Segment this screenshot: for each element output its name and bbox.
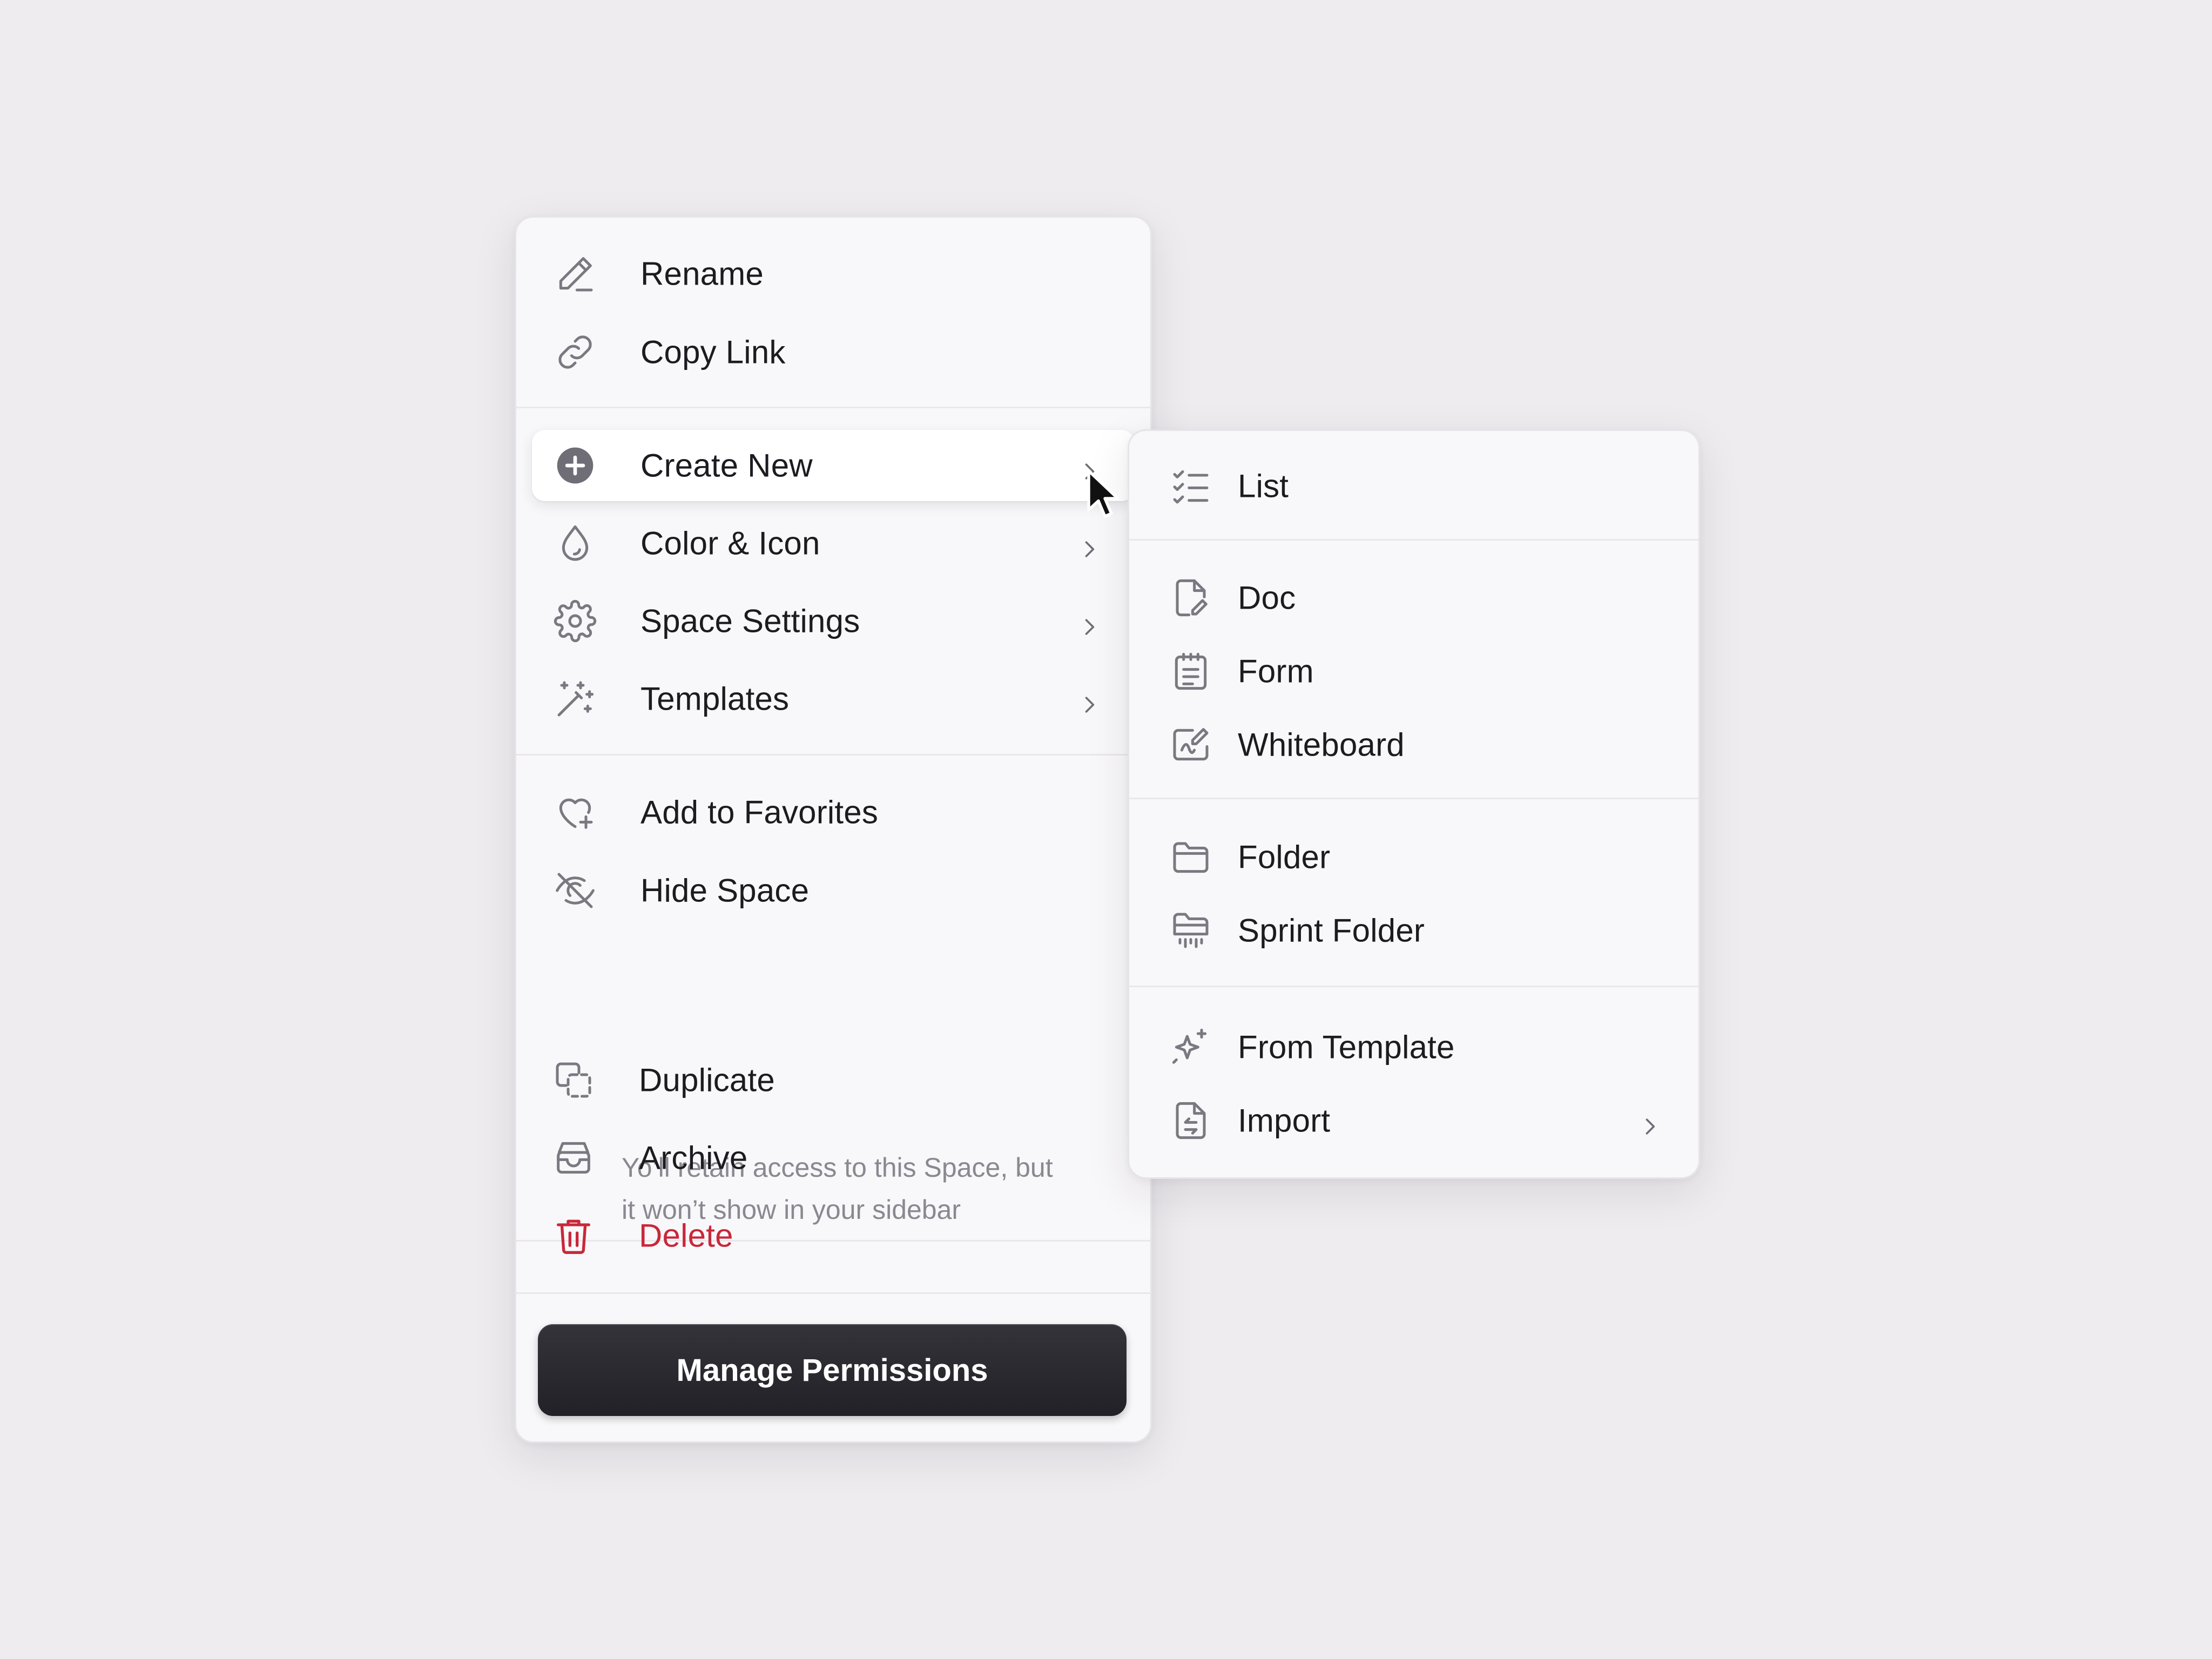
chevron-right-icon: [1077, 687, 1101, 713]
heart-plus-icon: [554, 791, 597, 834]
rename-label: Rename: [640, 255, 764, 292]
chevron-right-icon: [1077, 531, 1101, 557]
form-icon: [1169, 650, 1212, 693]
eye-off-icon: [554, 869, 597, 912]
pencil-icon: [554, 252, 597, 295]
submenu-item-list[interactable]: List: [1129, 450, 1698, 522]
manage-permissions-label: Manage Permissions: [676, 1352, 988, 1388]
sparkles-icon: [1169, 1026, 1212, 1069]
duplicate-icon: [552, 1058, 595, 1102]
submenu-item-sprint-folder[interactable]: Sprint Folder: [1129, 895, 1698, 966]
chevron-right-icon: [1077, 609, 1101, 635]
space-settings-label: Space Settings: [640, 603, 860, 639]
folder-icon: [1169, 835, 1212, 879]
archive-menu-item[interactable]: Archive: [530, 1122, 1136, 1193]
copy-link-label: Copy Link: [640, 334, 786, 370]
archive-box-icon: [552, 1136, 595, 1179]
templates-label: Templates: [640, 680, 790, 717]
chevron-right-icon: [1638, 1109, 1662, 1135]
submenu-item-doc[interactable]: Doc: [1129, 562, 1698, 633]
import-label: Import: [1238, 1102, 1331, 1139]
add-to-favorites-label: Add to Favorites: [640, 794, 879, 831]
checklist-icon: [1169, 464, 1212, 508]
submenu-item-form[interactable]: Form: [1129, 636, 1698, 707]
doc-label: Doc: [1238, 579, 1296, 616]
copy-link-menu-item[interactable]: Copy Link: [532, 316, 1135, 388]
menu-divider: [516, 407, 1150, 408]
whiteboard-label: Whiteboard: [1238, 726, 1405, 763]
from-template-label: From Template: [1238, 1029, 1455, 1065]
duplicate-label: Duplicate: [639, 1062, 775, 1098]
submenu-item-whiteboard[interactable]: Whiteboard: [1129, 709, 1698, 780]
space-settings-menu-item[interactable]: Space Settings: [532, 585, 1135, 657]
hide-space-label: Hide Space: [640, 872, 810, 909]
folder-label: Folder: [1238, 839, 1331, 875]
gear-icon: [554, 599, 597, 643]
link-icon: [554, 331, 597, 374]
hide-space-menu-item[interactable]: Hide Space: [532, 855, 1135, 926]
plus-circle-icon: [554, 444, 597, 487]
mouse-cursor-icon: [1087, 469, 1120, 518]
magic-wand-icon: [554, 677, 597, 720]
droplet-icon: [554, 522, 597, 565]
submenu-item-folder[interactable]: Folder: [1129, 821, 1698, 893]
create-new-submenu: List Doc Form Whiteboard Folder Sprint F…: [1128, 429, 1700, 1179]
whiteboard-icon: [1169, 723, 1212, 766]
form-label: Form: [1238, 653, 1314, 690]
document-icon: [1169, 576, 1212, 619]
manage-permissions-button[interactable]: Manage Permissions: [538, 1324, 1127, 1416]
color-icon-label: Color & Icon: [640, 525, 820, 562]
add-to-favorites-menu-item[interactable]: Add to Favorites: [532, 777, 1135, 848]
list-label: List: [1238, 468, 1289, 504]
trash-icon: [552, 1214, 595, 1257]
submenu-divider: [1129, 798, 1698, 799]
archive-label: Archive: [639, 1139, 748, 1176]
sprint-folder-label: Sprint Folder: [1238, 912, 1425, 949]
duplicate-menu-item[interactable]: Duplicate: [530, 1044, 1136, 1116]
delete-menu-item[interactable]: Delete: [530, 1200, 1136, 1271]
submenu-divider: [1129, 539, 1698, 541]
menu-divider: [516, 754, 1150, 756]
templates-menu-item[interactable]: Templates: [532, 663, 1135, 734]
sprint-folder-icon: [1169, 909, 1212, 952]
submenu-divider: [1129, 986, 1698, 987]
delete-label: Delete: [639, 1217, 733, 1254]
import-file-icon: [1169, 1099, 1212, 1142]
submenu-item-import[interactable]: Import: [1129, 1085, 1698, 1156]
create-new-label: Create New: [640, 447, 813, 484]
submenu-item-from-template[interactable]: From Template: [1129, 1011, 1698, 1083]
create-new-menu-item[interactable]: Create New: [532, 430, 1135, 501]
color-icon-menu-item[interactable]: Color & Icon: [532, 508, 1135, 579]
rename-menu-item[interactable]: Rename: [532, 238, 1135, 309]
